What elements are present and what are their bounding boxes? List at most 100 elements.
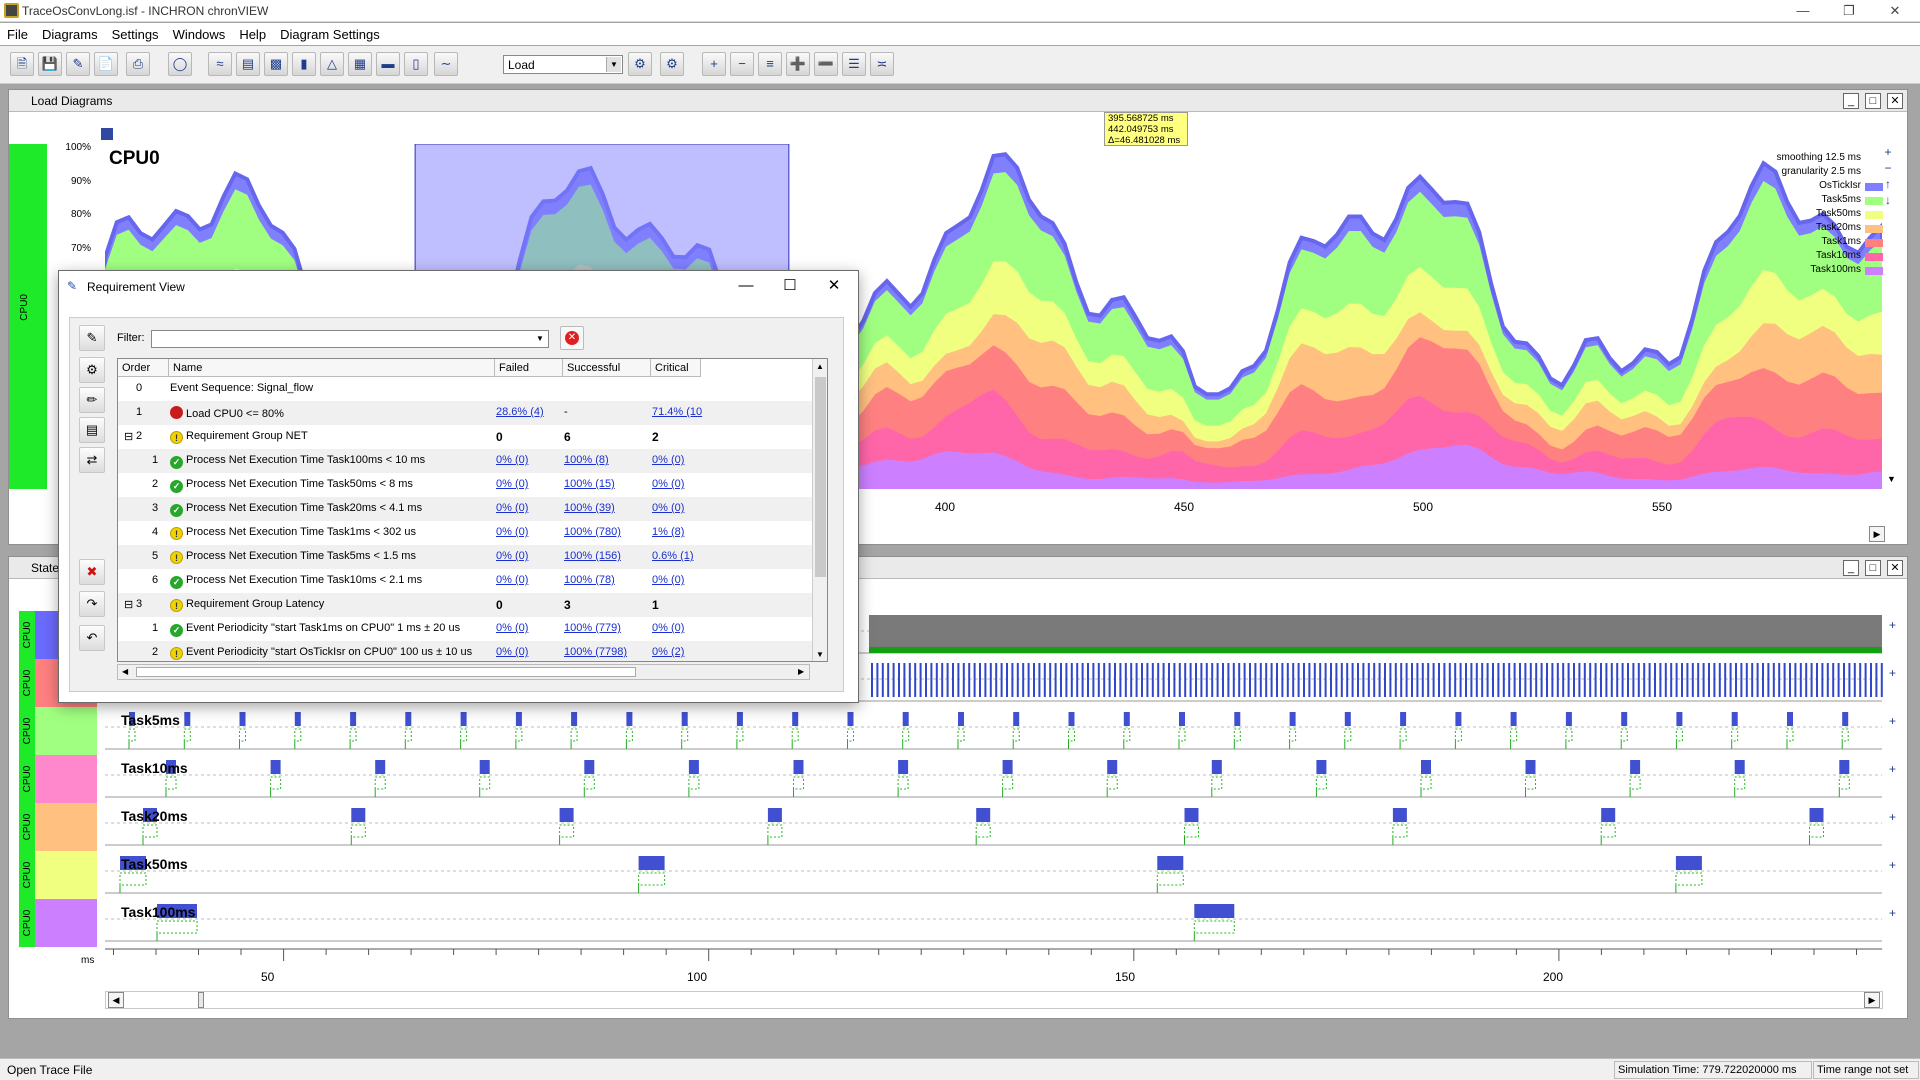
row-failed[interactable]: 0% (0): [496, 454, 528, 466]
row-critical[interactable]: 0.6% (1): [652, 550, 694, 562]
req-scroll-left-icon[interactable]: ◀: [122, 667, 128, 676]
row-critical[interactable]: 0% (0): [652, 478, 684, 490]
req-hscroll-thumb[interactable]: [136, 667, 636, 677]
table-row[interactable]: 4! Process Net Execution Time Task1ms < 3…: [118, 521, 813, 545]
row-critical[interactable]: 0% (0): [652, 502, 684, 514]
req-vscroll-thumb[interactable]: [815, 377, 826, 577]
tree-expander-icon[interactable]: ⊟: [124, 598, 133, 611]
row-critical[interactable]: 0% (0): [652, 454, 684, 466]
row-failed[interactable]: 0% (0): [496, 526, 528, 538]
req-scroll-down-icon[interactable]: ▼: [816, 650, 824, 659]
task-zoom-control[interactable]: +: [1889, 714, 1896, 728]
close-icon[interactable]: ✕: [1872, 0, 1918, 22]
row-successful[interactable]: 100% (780): [564, 526, 621, 538]
edit-icon[interactable]: ✏: [79, 387, 105, 413]
row-failed[interactable]: 28.6% (4): [496, 406, 544, 418]
globe-icon[interactable]: ◯: [168, 52, 192, 76]
menu-help[interactable]: Help: [232, 23, 273, 42]
load-select[interactable]: Load ▼: [503, 55, 623, 74]
edit-requirement-icon[interactable]: ✎: [79, 325, 105, 351]
table-row[interactable]: 2 ✓ Process Net Execution Time Task50ms < …: [118, 473, 813, 497]
save-icon[interactable]: 💾: [38, 52, 62, 76]
row-successful[interactable]: 100% (39): [564, 502, 615, 514]
table-row[interactable]: 3 ✓ Process Net Execution Time Task20ms < …: [118, 497, 813, 521]
zoom-out-icon[interactable]: −: [730, 52, 754, 76]
row-failed[interactable]: 0% (0): [496, 478, 528, 490]
zoom-in-icon[interactable]: +: [702, 52, 726, 76]
row-successful[interactable]: 100% (8): [564, 454, 609, 466]
row-failed[interactable]: 0% (0): [496, 550, 528, 562]
diagram-settings-icon[interactable]: ⚙: [660, 52, 684, 76]
state-hscroll[interactable]: ◀ ▶: [105, 991, 1883, 1009]
zoom-out-vertical-icon[interactable]: ➖: [814, 52, 838, 76]
col-order[interactable]: Order: [118, 359, 169, 377]
req-scroll-up-icon[interactable]: ▲: [816, 362, 824, 371]
chart-gantt-icon[interactable]: ▬: [376, 52, 400, 76]
restore-icon[interactable]: ❐: [1826, 0, 1872, 22]
table-row[interactable]: 2! Event Periodicity "start OsTickIsr on …: [118, 641, 813, 661]
chart-curve-icon[interactable]: ∼: [434, 52, 458, 76]
menu-windows[interactable]: Windows: [166, 23, 233, 42]
panel-close-icon[interactable]: ✕: [1887, 93, 1903, 109]
task-zoom-control[interactable]: +: [1889, 666, 1896, 680]
state-minimize-icon[interactable]: _: [1843, 560, 1859, 576]
tree-expander-icon[interactable]: ⊟: [124, 430, 133, 443]
req-vscroll[interactable]: ▲ ▼: [812, 359, 827, 661]
list-icon[interactable]: ☰: [842, 52, 866, 76]
row-failed[interactable]: 0% (0): [496, 574, 528, 586]
redo-icon[interactable]: ↷: [79, 591, 105, 617]
table-row[interactable]: 1 Load CPU0 <= 80% 28.6% (4) - 71.4% (10: [118, 401, 813, 425]
clear-filter-button[interactable]: ✕: [560, 326, 584, 350]
signal-icon[interactable]: ≍: [870, 52, 894, 76]
row-failed[interactable]: 0% (0): [496, 646, 528, 658]
table-row[interactable]: 6 ✓ Process Net Execution Time Task10ms < …: [118, 569, 813, 593]
table-row[interactable]: 1 ✓ Process Net Execution Time Task100ms <…: [118, 449, 813, 473]
undo-icon[interactable]: ↶: [79, 625, 105, 651]
req-maximize-icon[interactable]: ☐: [775, 275, 805, 297]
table-row[interactable]: 1 ✓ Event Periodicity "start Task1ms on CP…: [118, 617, 813, 641]
row-critical[interactable]: 71.4% (10: [652, 406, 702, 418]
col-failed[interactable]: Failed: [495, 359, 563, 377]
chart-histogram-icon[interactable]: ▮: [292, 52, 316, 76]
chart-settings-icon[interactable]: [101, 128, 113, 140]
add-diagram-icon[interactable]: ⚙: [628, 52, 652, 76]
chart-icon[interactable]: ▤: [79, 417, 105, 443]
chart-burst-icon[interactable]: △: [320, 52, 344, 76]
scroll-left-button[interactable]: ◀: [108, 992, 124, 1008]
filter-input[interactable]: ▼: [151, 330, 549, 348]
scroll-right-button[interactable]: ▶: [1869, 526, 1885, 542]
minimize-icon[interactable]: —: [1780, 0, 1826, 22]
chart-line-icon[interactable]: ≈: [208, 52, 232, 76]
zoom-fit-icon[interactable]: ≡: [758, 52, 782, 76]
zoom-in-vertical-icon[interactable]: ➕: [786, 52, 810, 76]
row-failed[interactable]: 0% (0): [496, 502, 528, 514]
col-successful[interactable]: Successful: [563, 359, 651, 377]
open-file-icon[interactable]: 🗎: [10, 52, 34, 76]
scroll-thumb[interactable]: [198, 992, 204, 1008]
chart-step-icon[interactable]: ▤: [236, 52, 260, 76]
col-critical[interactable]: Critical: [651, 359, 701, 377]
row-successful[interactable]: 100% (78): [564, 574, 615, 586]
row-critical[interactable]: 0% (2): [652, 646, 684, 658]
task-zoom-control[interactable]: +: [1889, 906, 1896, 920]
scroll-down-icon[interactable]: ▼: [1887, 474, 1896, 484]
table-row[interactable]: 5! Process Net Execution Time Task5ms < 1…: [118, 545, 813, 569]
task-zoom-control[interactable]: +: [1889, 810, 1896, 824]
filter-chevron-down-icon[interactable]: ▼: [533, 332, 547, 346]
task-zoom-control[interactable]: +: [1889, 858, 1896, 872]
panel-maximize-icon[interactable]: □: [1865, 93, 1881, 109]
row-successful[interactable]: 100% (7798): [564, 646, 627, 658]
row-critical[interactable]: 0% (0): [652, 574, 684, 586]
row-successful[interactable]: 100% (156): [564, 550, 621, 562]
panel-minimize-icon[interactable]: _: [1843, 93, 1859, 109]
chevron-down-icon[interactable]: ▼: [606, 57, 621, 72]
row-failed[interactable]: 0% (0): [496, 622, 528, 634]
menu-diagrams[interactable]: Diagrams: [35, 23, 105, 42]
row-critical[interactable]: 0% (0): [652, 622, 684, 634]
scroll-right-button-2[interactable]: ▶: [1864, 992, 1880, 1008]
table-row[interactable]: ⊟ 3! Requirement Group Latency 0 3 1: [118, 593, 813, 617]
col-name[interactable]: Name: [169, 359, 495, 377]
requirement-icon[interactable]: ✎: [66, 52, 90, 76]
req-close-icon[interactable]: ✕: [819, 275, 849, 297]
print-icon[interactable]: ⎙: [126, 52, 150, 76]
